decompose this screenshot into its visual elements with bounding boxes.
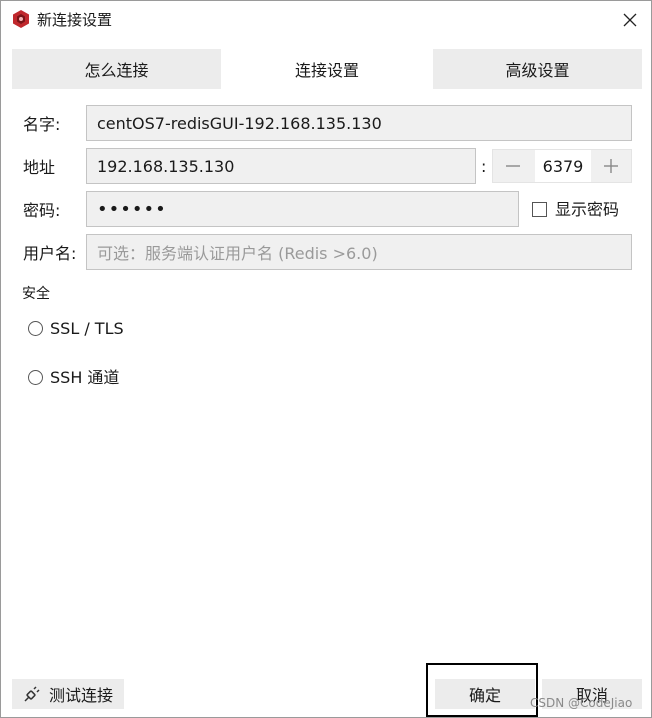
title-bar: 新连接设置 [1, 1, 651, 39]
test-connection-label: 测试连接 [48, 686, 113, 705]
password-input[interactable]: •••••• [86, 191, 519, 227]
tab-how-to-connect[interactable]: 怎么连接 [12, 49, 221, 89]
ssh-tunnel-radio[interactable] [28, 370, 43, 385]
security-section-title: 安全 [22, 286, 50, 302]
ssl-tls-radio[interactable] [28, 321, 43, 336]
address-input[interactable]: 192.168.135.130 [86, 148, 476, 184]
plus-icon [604, 159, 618, 173]
close-button[interactable] [615, 5, 645, 35]
port-increment-button[interactable] [591, 150, 631, 182]
close-icon [623, 13, 637, 27]
port-separator: : [481, 157, 487, 176]
name-label: 名字: [23, 115, 61, 134]
plug-icon [24, 686, 40, 702]
port-stepper: 6379 [492, 149, 632, 183]
window-title: 新连接设置 [37, 11, 113, 29]
address-label: 地址 [23, 158, 56, 177]
watermark: CSDN @CodeJiao [530, 696, 633, 710]
tab-bar: 怎么连接 连接设置 高级设置 [12, 49, 642, 89]
ssh-tunnel-label[interactable]: SSH 通道 [50, 368, 119, 388]
minus-icon [506, 165, 520, 167]
username-label: 用户名: [23, 244, 77, 263]
tab-connection-settings[interactable]: 连接设置 [221, 49, 433, 89]
ok-button[interactable]: 确定 [435, 679, 535, 709]
port-decrement-button[interactable] [493, 150, 533, 182]
port-input[interactable]: 6379 [535, 150, 591, 182]
show-password-checkbox[interactable] [532, 202, 547, 217]
name-input[interactable]: centOS7-redisGUI-192.168.135.130 [86, 105, 632, 141]
show-password-label[interactable]: 显示密码 [555, 200, 619, 220]
tab-advanced-settings[interactable]: 高级设置 [433, 49, 642, 89]
redis-app-icon [11, 9, 31, 29]
ssl-tls-label[interactable]: SSL / TLS [50, 319, 124, 339]
new-connection-dialog: 新连接设置 怎么连接 连接设置 高级设置 名字: centOS7-redisGU… [0, 0, 652, 718]
username-input[interactable]: 可选：服务端认证用户名 (Redis >6.0) [86, 234, 632, 270]
password-label: 密码: [23, 201, 61, 220]
test-connection-button[interactable]: 测试连接 [12, 679, 124, 709]
